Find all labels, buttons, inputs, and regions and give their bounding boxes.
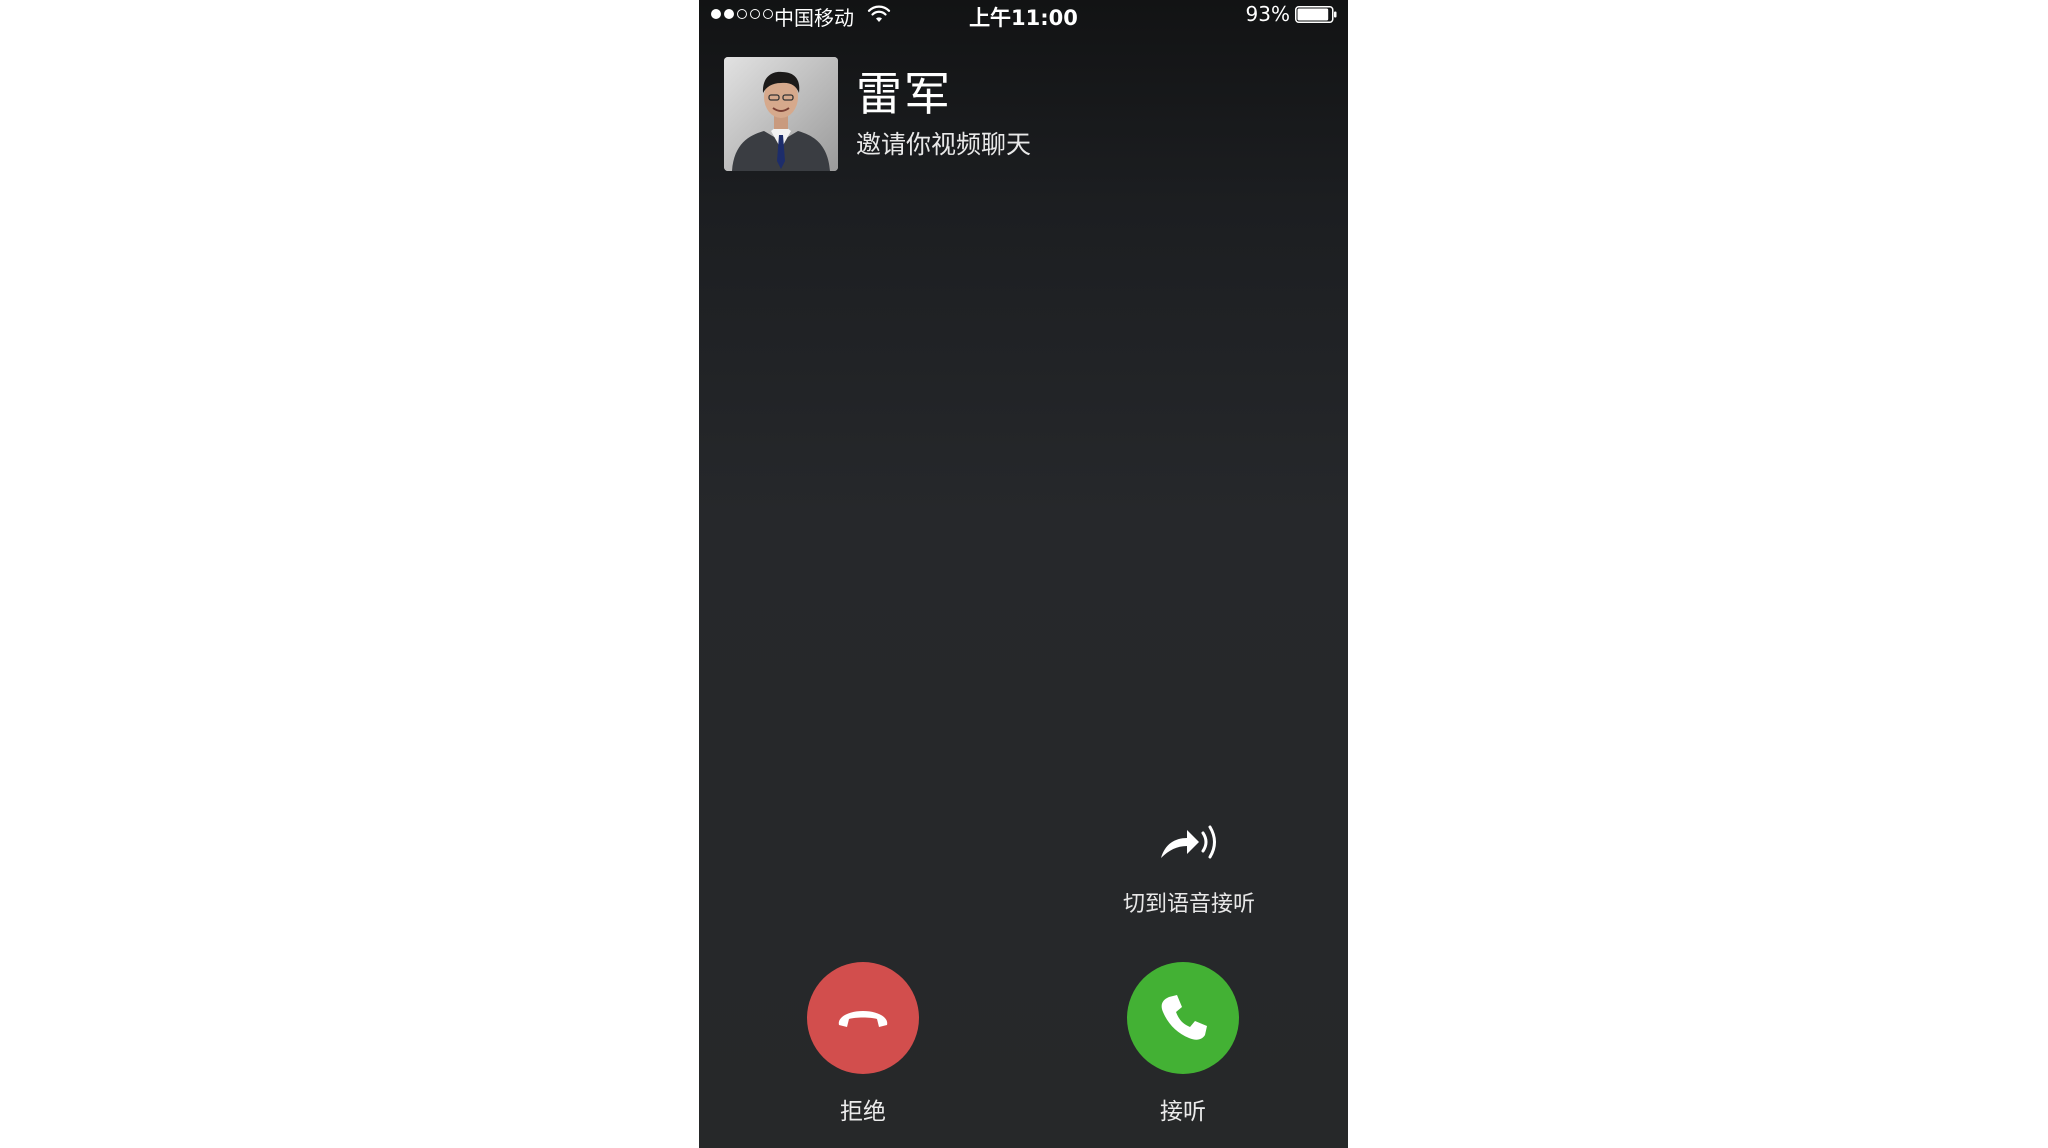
switch-to-voice-icon bbox=[1161, 825, 1216, 859]
decline-label: 拒绝 bbox=[840, 1099, 886, 1125]
screen: 中国移动 上午11:00 93% 雷军 邀请你视频聊天 切到语音接听 拒绝 接听 bbox=[0, 0, 2048, 1148]
hang-up-icon bbox=[838, 1011, 888, 1027]
phone-icon bbox=[1161, 995, 1207, 1040]
accept-circle[interactable] bbox=[1127, 962, 1239, 1074]
accept-label: 接听 bbox=[1160, 1099, 1206, 1125]
decline-button[interactable]: 拒绝 bbox=[783, 962, 943, 1127]
status-bar: 中国移动 上午11:00 93% bbox=[699, 0, 1348, 30]
accept-button[interactable]: 接听 bbox=[1103, 962, 1263, 1127]
caller-name: 雷军 bbox=[856, 67, 952, 121]
caller-avatar bbox=[724, 57, 838, 171]
battery-percentage: 93% bbox=[1245, 2, 1290, 26]
switch-to-voice-label: 切到语音接听 bbox=[1122, 892, 1255, 917]
switch-to-voice-button[interactable]: 切到语音接听 bbox=[1099, 820, 1279, 920]
decline-circle[interactable] bbox=[807, 962, 919, 1074]
call-invitation-text: 邀请你视频聊天 bbox=[856, 130, 1032, 159]
incoming-video-call-screen: 中国移动 上午11:00 93% 雷军 邀请你视频聊天 切到语音接听 拒绝 接听 bbox=[699, 0, 1348, 1148]
battery-icon bbox=[1295, 6, 1337, 23]
